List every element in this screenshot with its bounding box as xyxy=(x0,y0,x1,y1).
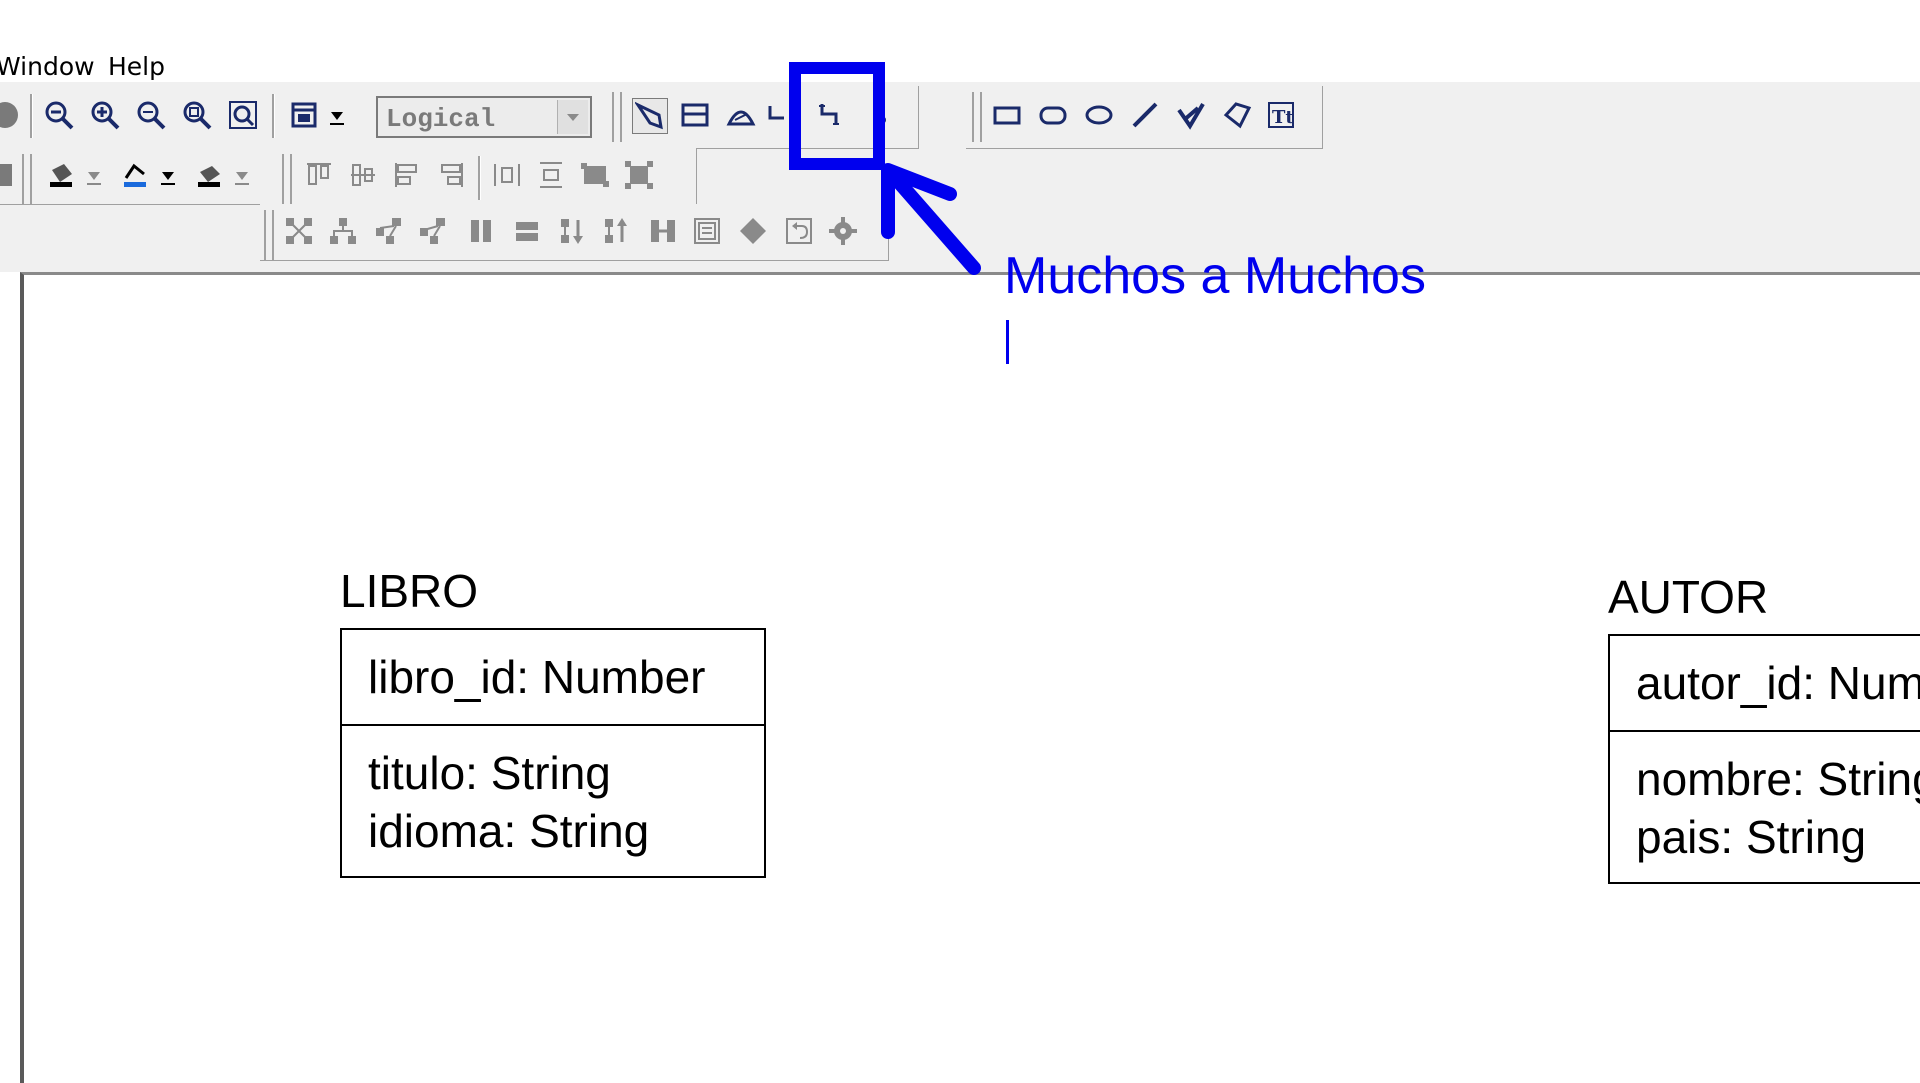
line-color-icon[interactable] xyxy=(118,158,152,192)
annotation-arrow xyxy=(881,163,981,275)
layout-window-icon[interactable] xyxy=(288,98,322,132)
select-pointer-icon[interactable] xyxy=(632,98,668,134)
separator xyxy=(478,156,481,200)
entity-libro[interactable]: libro_id: Number titulo: String idioma: … xyxy=(340,628,766,878)
rounded-rectangle-icon[interactable] xyxy=(1036,98,1070,132)
zoom-fit-icon[interactable] xyxy=(180,98,214,132)
text-tool-icon[interactable]: Tt xyxy=(1264,98,1298,132)
dropdown-arrow-icon[interactable] xyxy=(84,158,104,192)
attribute: nombre: String xyxy=(1636,753,1920,805)
toolbar-grip xyxy=(22,154,32,204)
line-icon[interactable] xyxy=(1128,98,1162,132)
circle-icon[interactable] xyxy=(0,98,22,132)
same-size-icon[interactable] xyxy=(578,158,612,192)
entity-autor[interactable]: autor_id: Number nombre: String pais: St… xyxy=(1608,634,1920,884)
layout-down-icon[interactable] xyxy=(556,214,590,248)
menu-help-label: Help xyxy=(108,52,165,81)
model-level-value: Logical xyxy=(386,104,496,134)
layout-document-icon[interactable] xyxy=(690,214,724,248)
attribute: titulo: String xyxy=(368,747,611,799)
layout-rows-icon[interactable] xyxy=(510,214,544,248)
fill-color-icon[interactable] xyxy=(44,158,78,192)
toolbar-grip xyxy=(972,92,982,142)
space-horizontal-icon[interactable] xyxy=(490,158,524,192)
drawing-toolbar: Tt xyxy=(966,86,1323,149)
annotation-label: Muchos a Muchos xyxy=(1004,247,1426,305)
zoom-area-icon[interactable] xyxy=(226,98,260,132)
entity-divider xyxy=(342,724,764,726)
square-icon[interactable] xyxy=(0,158,18,192)
align-top-icon[interactable] xyxy=(302,158,336,192)
style-toolbar xyxy=(0,148,277,205)
align-left-icon[interactable] xyxy=(390,158,424,192)
dropdown-arrow-icon[interactable] xyxy=(158,158,178,192)
dropdown-arrow-icon[interactable] xyxy=(232,158,252,192)
align-toolbar xyxy=(276,148,697,205)
zoom-out-small-icon[interactable] xyxy=(134,98,168,132)
menu-help[interactable]: Help xyxy=(108,52,165,81)
toolbar-grip xyxy=(612,92,622,142)
toolbar-grip xyxy=(264,210,274,260)
text-cursor xyxy=(1006,320,1009,364)
separator xyxy=(272,94,275,138)
layout-up-icon[interactable] xyxy=(600,214,634,248)
rectangle-icon[interactable] xyxy=(990,98,1024,132)
space-vertical-icon[interactable] xyxy=(534,158,568,192)
layout-network-icon[interactable] xyxy=(282,214,316,248)
entity-name-autor[interactable]: AUTOR xyxy=(1608,570,1768,624)
ellipse-icon[interactable] xyxy=(1082,98,1116,132)
entity-tool-icon[interactable] xyxy=(678,98,712,132)
dropdown-arrow-icon[interactable] xyxy=(326,98,348,132)
toolbar-grip xyxy=(282,154,292,204)
layout-hierarchy-alt-icon[interactable] xyxy=(416,214,450,248)
undo-layout-icon[interactable] xyxy=(782,214,816,248)
same-width-icon[interactable] xyxy=(622,158,656,192)
subtype-tool-icon[interactable] xyxy=(724,98,758,132)
align-right-icon[interactable] xyxy=(434,158,468,192)
polygon-icon[interactable] xyxy=(1220,98,1254,132)
layout-horizontal-icon[interactable] xyxy=(646,214,680,248)
layout-hierarchy-icon[interactable] xyxy=(372,214,406,248)
font-color-icon[interactable] xyxy=(192,158,226,192)
key-attribute: libro_id: Number xyxy=(368,651,706,703)
key-attribute: autor_id: Number xyxy=(1636,657,1920,709)
identifying-relationship-icon[interactable] xyxy=(766,98,786,132)
chevron-down-icon[interactable] xyxy=(557,100,588,134)
entity-divider xyxy=(1610,730,1920,732)
diamond-icon[interactable] xyxy=(736,214,770,248)
layout-toolbar xyxy=(260,204,889,261)
menu-window-label: Window xyxy=(0,52,95,81)
polyline-icon[interactable] xyxy=(1174,98,1208,132)
highlight-box xyxy=(789,62,885,170)
attribute: pais: String xyxy=(1636,811,1867,863)
model-level-select[interactable]: Logical xyxy=(376,96,592,138)
zoom-in-icon[interactable] xyxy=(88,98,122,132)
layout-tree-icon[interactable] xyxy=(326,214,360,248)
zoom-out-icon[interactable] xyxy=(42,98,76,132)
separator xyxy=(30,94,33,138)
menu-window[interactable]: Window xyxy=(0,52,95,81)
layout-columns-icon[interactable] xyxy=(464,214,498,248)
attribute: idioma: String xyxy=(368,805,650,857)
zoom-toolbar: Logical xyxy=(0,86,607,149)
align-middle-icon[interactable] xyxy=(346,158,380,192)
svg-text:Tt: Tt xyxy=(1272,107,1294,128)
layout-gear-icon[interactable] xyxy=(826,214,860,248)
menu-bar: Window Help xyxy=(0,0,1920,82)
entity-name-libro[interactable]: LIBRO xyxy=(340,564,478,618)
